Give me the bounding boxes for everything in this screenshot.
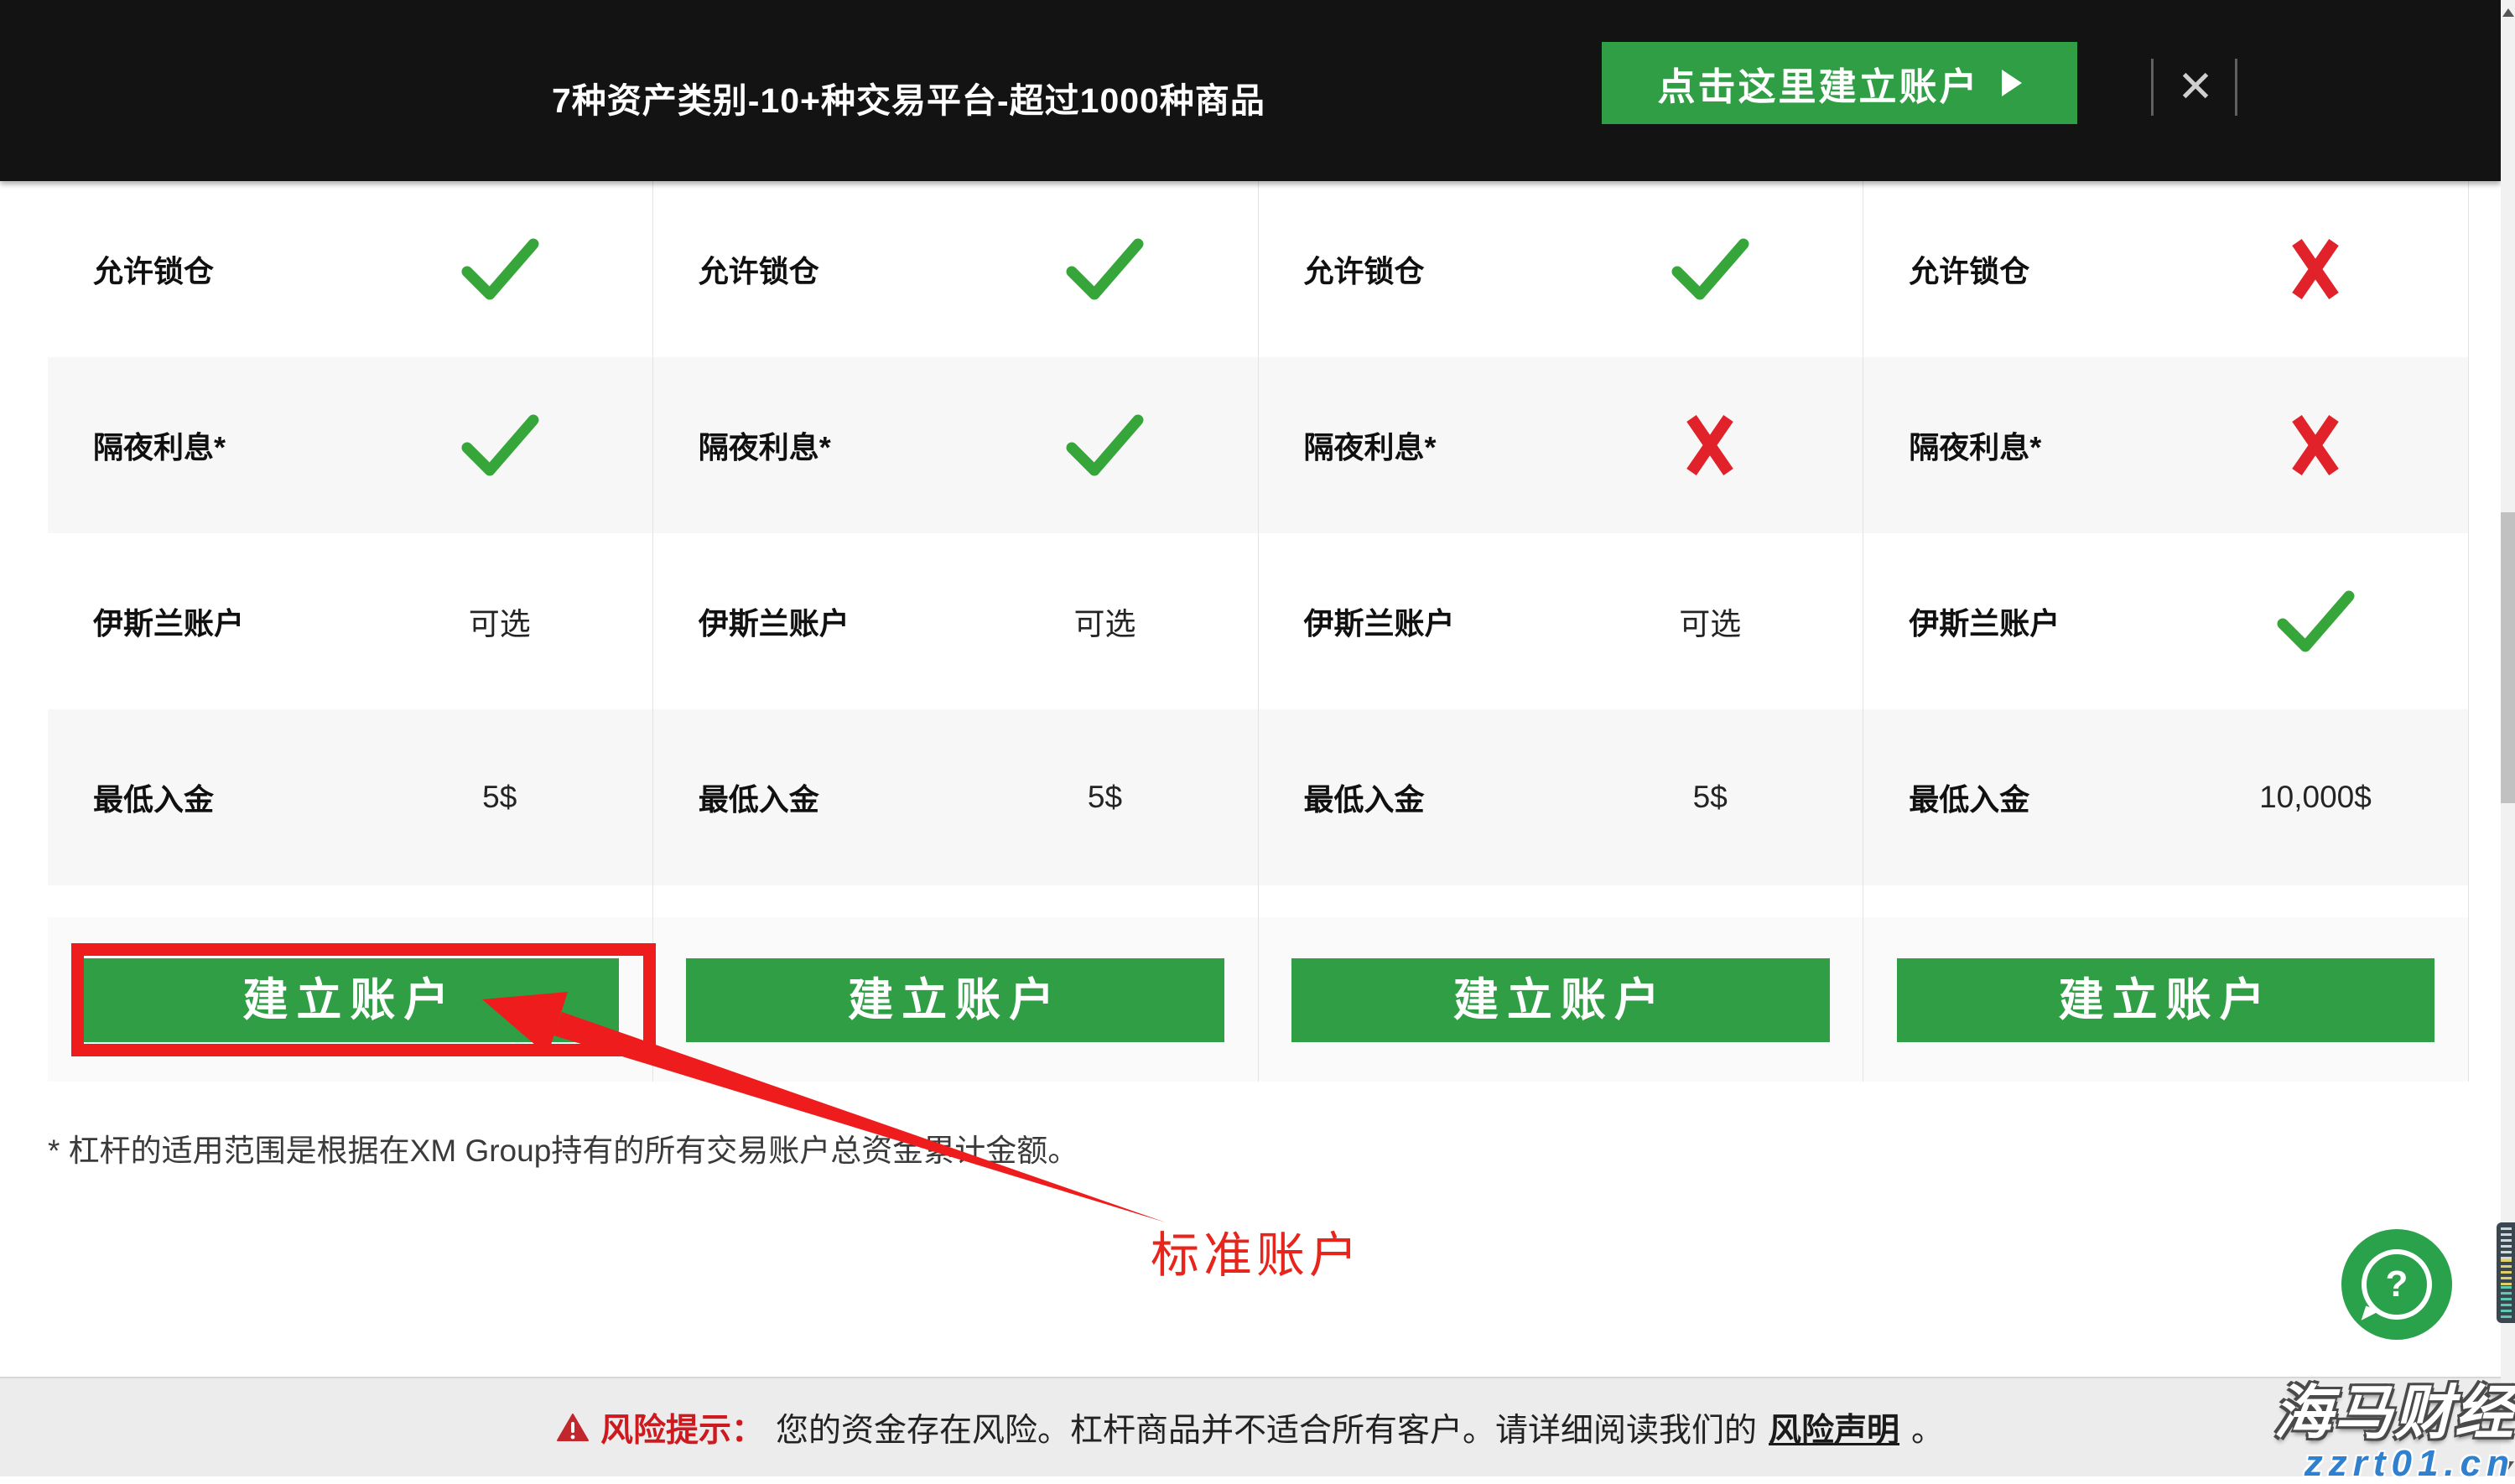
feature-value — [347, 236, 652, 302]
feature-label: 伊斯兰账户 — [1259, 599, 1558, 643]
table-row: 隔夜利息* — [1863, 357, 2468, 533]
feature-value — [2163, 410, 2468, 480]
feature-label: 最低入金 — [653, 776, 953, 819]
help-chat-button[interactable]: ? — [2341, 1229, 2452, 1340]
check-icon — [1064, 413, 1145, 478]
feature-label: 允许锁仓 — [48, 247, 347, 291]
cross-icon — [2289, 410, 2342, 480]
feature-label: 伊斯兰账户 — [48, 599, 347, 643]
feature-label: 允许锁仓 — [1259, 247, 1558, 291]
feature-value: 5$ — [952, 780, 1257, 815]
create-account-button[interactable]: 建立账户 — [1897, 958, 2434, 1042]
table-row: 最低入金 10,000$ — [1863, 709, 2468, 885]
account-column-2: 允许锁仓 隔夜利息* 伊斯兰账户 可选 最低入金 5$ 建立账户 — [653, 181, 1259, 1082]
button-row: 建立账户 — [1863, 917, 2468, 1082]
play-arrow-icon — [2002, 70, 2022, 96]
open-account-cta-button[interactable]: 点击这里建立账户 — [1602, 42, 2077, 124]
cross-icon — [1683, 410, 1737, 480]
feature-value: 可选 — [952, 599, 1257, 644]
account-comparison-table: 允许锁仓 隔夜利息* 伊斯兰账户 可选 最低入金 5$ 建立账户 允许锁仓 隔夜… — [48, 181, 2469, 1082]
table-row: 最低入金 5$ — [653, 709, 1258, 885]
cross-icon — [2289, 234, 2342, 304]
feature-label: 隔夜利息* — [1863, 423, 2163, 467]
risk-statement-link[interactable]: 风险声明 — [1769, 1404, 1899, 1451]
divider — [2151, 59, 2154, 116]
annotation-label: 标准账户 — [1151, 1216, 1362, 1286]
button-row: 建立账户 — [48, 917, 652, 1082]
table-row: 允许锁仓 — [1863, 181, 2468, 357]
feature-value: 可选 — [347, 599, 652, 644]
stripe-yellow — [2501, 1259, 2512, 1286]
feature-value — [1557, 410, 1863, 480]
feature-label: 隔夜利息* — [1259, 423, 1558, 467]
feature-value: 5$ — [1557, 780, 1863, 815]
check-icon — [1670, 236, 1750, 302]
feature-value — [1557, 236, 1863, 302]
scroll-down-icon[interactable] — [2502, 1461, 2514, 1470]
feature-value — [952, 413, 1257, 478]
promo-headline: 7种资产类别-10+种交易平台-超过1000种商品 — [552, 72, 1265, 122]
feature-label: 隔夜利息* — [48, 423, 347, 467]
feature-label: 允许锁仓 — [653, 247, 953, 291]
table-row: 最低入金 5$ — [48, 709, 652, 885]
check-icon — [460, 236, 540, 302]
stripe-teal — [2501, 1286, 2512, 1318]
table-row: 伊斯兰账户 — [1863, 533, 2468, 709]
leverage-footnote: * 杠杆的适用范围是根据在XM Group持有的所有交易账户总资金累计金额。 — [48, 1125, 1078, 1170]
table-row: 允许锁仓 — [653, 181, 1258, 357]
create-account-button-standard[interactable]: 建立账户 — [81, 958, 619, 1042]
feature-label: 伊斯兰账户 — [1863, 599, 2163, 643]
create-account-button[interactable]: 建立账户 — [1291, 958, 1829, 1042]
table-row: 隔夜利息* — [48, 357, 652, 533]
feature-value — [2163, 234, 2468, 304]
button-row: 建立账户 — [1259, 917, 1863, 1082]
table-row: 伊斯兰账户 可选 — [1259, 533, 1863, 709]
risk-warning-text: 您的资金存在风险。杠杆商品并不适合所有客户。请详细阅读我们的 — [776, 1404, 1757, 1451]
period: 。 — [1911, 1404, 1944, 1451]
risk-warning-label: 风险提示： — [600, 1404, 764, 1451]
feature-label: 最低入金 — [48, 776, 347, 819]
feature-value: 10,000$ — [2163, 780, 2468, 815]
feature-label: 最低入金 — [1863, 776, 2163, 819]
stripe-grey — [2501, 1227, 2512, 1259]
scrollbar-thumb[interactable] — [2501, 512, 2515, 803]
warning-triangle-icon — [557, 1414, 589, 1442]
risk-warning-bar: 风险提示： 您的资金存在风险。杠杆商品并不适合所有客户。请详细阅读我们的风险声明… — [0, 1377, 2515, 1476]
feature-label: 隔夜利息* — [653, 423, 953, 467]
row-gap — [1259, 885, 1863, 917]
table-row: 伊斯兰账户 可选 — [48, 533, 652, 709]
feature-label: 允许锁仓 — [1863, 247, 2163, 291]
account-column-3: 允许锁仓 隔夜利息* 伊斯兰账户 可选 最低入金 5$ 建立账户 — [1259, 181, 1864, 1082]
scroll-up-icon[interactable] — [2502, 8, 2514, 17]
table-row: 伊斯兰账户 可选 — [653, 533, 1258, 709]
feature-value: 可选 — [1557, 599, 1863, 644]
check-icon — [2275, 589, 2356, 654]
question-bubble-icon: ? — [2362, 1249, 2432, 1320]
row-gap — [48, 885, 652, 917]
feature-value — [2163, 589, 2468, 654]
close-icon[interactable]: ✕ — [2168, 59, 2223, 116]
divider — [2235, 59, 2237, 116]
side-stripe-widget[interactable] — [2497, 1222, 2515, 1323]
row-gap — [1863, 885, 2468, 917]
feature-value: 5$ — [347, 780, 652, 815]
create-account-button[interactable]: 建立账户 — [686, 958, 1224, 1042]
feature-value — [952, 236, 1257, 302]
table-row: 允许锁仓 — [1259, 181, 1863, 357]
feature-label: 最低入金 — [1259, 776, 1558, 819]
cta-label: 点击这里建立账户 — [1657, 56, 1979, 111]
table-row: 最低入金 5$ — [1259, 709, 1863, 885]
table-row: 隔夜利息* — [653, 357, 1258, 533]
account-column-1: 允许锁仓 隔夜利息* 伊斯兰账户 可选 最低入金 5$ 建立账户 — [48, 181, 653, 1082]
feature-label: 伊斯兰账户 — [653, 599, 953, 643]
feature-value — [347, 413, 652, 478]
check-icon — [460, 413, 540, 478]
table-row: 允许锁仓 — [48, 181, 652, 357]
row-gap — [653, 885, 1258, 917]
button-row: 建立账户 — [653, 917, 1258, 1082]
promo-topbar: 7种资产类别-10+种交易平台-超过1000种商品 点击这里建立账户 ✕ — [0, 0, 2501, 181]
account-column-4: 允许锁仓 隔夜利息* 伊斯兰账户 最低入金 10,000$ 建立账户 — [1863, 181, 2469, 1082]
table-row: 隔夜利息* — [1259, 357, 1863, 533]
check-icon — [1064, 236, 1145, 302]
